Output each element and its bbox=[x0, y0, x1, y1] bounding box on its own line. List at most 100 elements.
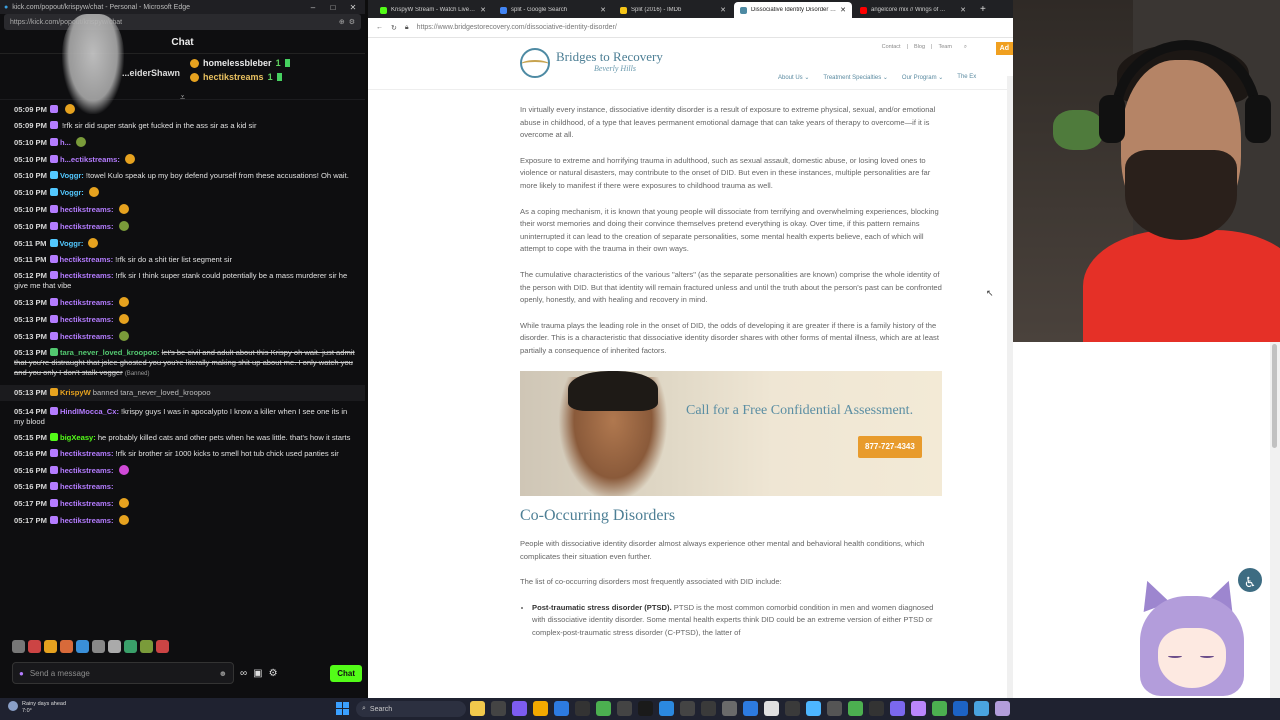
taskbar-app-icon[interactable] bbox=[491, 701, 506, 716]
nav-our-program[interactable]: Our Program ⌄ bbox=[902, 74, 943, 81]
util-link-team[interactable]: Team bbox=[938, 44, 951, 51]
site-logo[interactable]: Bridges to Recovery Beverly Hills bbox=[520, 48, 663, 78]
taskbar-app-icon[interactable] bbox=[575, 701, 590, 716]
chat-username[interactable]: hectikstreams: bbox=[60, 482, 114, 491]
new-tab-button[interactable]: + bbox=[974, 4, 992, 15]
search-icon[interactable]: ⌕ bbox=[964, 44, 967, 51]
banner-phone-button[interactable]: 877-727-4343 bbox=[858, 435, 922, 459]
emote-icon[interactable] bbox=[76, 640, 89, 653]
gift-icon[interactable]: ▣ bbox=[253, 668, 262, 679]
chat-username[interactable]: hectikstreams: bbox=[60, 222, 114, 231]
chat-username[interactable]: hectikstreams: bbox=[60, 516, 114, 525]
taskbar-app-icon[interactable] bbox=[806, 701, 821, 716]
kicks-icon[interactable]: ∞ bbox=[240, 668, 247, 679]
emote-icon[interactable] bbox=[60, 640, 73, 653]
chat-username[interactable]: Voggr: bbox=[60, 188, 84, 197]
leader-name[interactable]: hectikstreams bbox=[203, 72, 264, 82]
emote-icon[interactable] bbox=[12, 640, 25, 653]
settings-icon[interactable]: ⚙ bbox=[349, 18, 355, 26]
chevron-down-icon[interactable]: ⩡ bbox=[180, 92, 190, 102]
taskbar-app-icon[interactable] bbox=[869, 701, 884, 716]
taskbar-search[interactable]: ⌕ Search bbox=[356, 701, 466, 717]
chat-username[interactable]: KrispyW bbox=[60, 388, 91, 397]
taskbar-app-icon[interactable] bbox=[995, 701, 1010, 716]
emote-icon[interactable] bbox=[44, 640, 57, 653]
chat-username[interactable]: bigXeasy: bbox=[60, 433, 96, 442]
taskbar-app-icon[interactable] bbox=[638, 701, 653, 716]
minimize-button[interactable]: – bbox=[305, 3, 321, 12]
nav-treatment-specialties[interactable]: Treatment Specialties ⌄ bbox=[823, 74, 888, 81]
chat-username[interactable]: hectikstreams: bbox=[60, 205, 114, 214]
chat-username[interactable]: hectikstreams: bbox=[60, 499, 114, 508]
browser-tab[interactable]: Split (2016) - IMDb ✕ bbox=[614, 2, 732, 18]
browser-tab[interactable]: Dissociative Identity Disorder - Br... ✕ bbox=[734, 2, 852, 18]
chat-username[interactable]: HindIMocca_Cx: bbox=[60, 407, 119, 416]
taskbar-app-icon[interactable] bbox=[911, 701, 926, 716]
gear-icon[interactable]: ⚙ bbox=[269, 668, 278, 679]
chat-username[interactable]: Voggr: bbox=[60, 239, 84, 248]
nav-about-us[interactable]: About Us ⌄ bbox=[778, 74, 809, 81]
emote-icon[interactable] bbox=[108, 640, 121, 653]
taskbar-app-icon[interactable] bbox=[617, 701, 632, 716]
chat-username[interactable]: hectikstreams: bbox=[60, 271, 114, 280]
tab-close-icon[interactable]: ✕ bbox=[600, 6, 606, 14]
emote-icon[interactable] bbox=[140, 640, 153, 653]
taskbar-app-icon[interactable] bbox=[659, 701, 674, 716]
taskbar-app-icon[interactable] bbox=[554, 701, 569, 716]
right-scrollbar[interactable] bbox=[1270, 342, 1280, 698]
taskbar-app-icon[interactable] bbox=[533, 701, 548, 716]
taskbar-app-icon[interactable] bbox=[764, 701, 779, 716]
chat-address-bar[interactable]: https://kick.com/popout/krispyw/chat ⊕ ⚙ bbox=[4, 14, 361, 30]
start-button-icon[interactable] bbox=[336, 702, 349, 715]
tab-close-icon[interactable]: ✕ bbox=[960, 6, 966, 14]
chat-username[interactable]: hectikstreams: bbox=[60, 298, 114, 307]
taskbar-app-icon[interactable] bbox=[932, 701, 947, 716]
util-link-contact[interactable]: Contact bbox=[882, 44, 901, 51]
taskbar-app-icon[interactable] bbox=[785, 701, 800, 716]
address-bar[interactable]: https://www.bridgestorecovery.com/dissoc… bbox=[417, 24, 617, 31]
browser-tab[interactable]: angelcore mix // Wings of ... ✕ bbox=[854, 2, 972, 18]
emote-icon[interactable] bbox=[92, 640, 105, 653]
chat-username[interactable]: hectikstreams: bbox=[60, 449, 114, 458]
reload-icon[interactable]: ↻ bbox=[391, 24, 397, 32]
chat-username[interactable]: tara_never_loved_kroopoo: bbox=[60, 348, 160, 357]
taskbar-app-icon[interactable] bbox=[743, 701, 758, 716]
assessment-banner[interactable]: Call for a Free Confidential Assessment.… bbox=[520, 370, 942, 496]
chat-username[interactable]: hectikstreams: bbox=[60, 466, 114, 475]
taskbar-app-icon[interactable] bbox=[827, 701, 842, 716]
chat-username[interactable]: Voggr: bbox=[60, 171, 84, 180]
emote-icon[interactable] bbox=[28, 640, 41, 653]
maximize-button[interactable]: □ bbox=[325, 3, 341, 12]
chat-username[interactable]: h...ectikstreams: bbox=[60, 155, 120, 164]
chat-username[interactable]: hectikstreams: bbox=[60, 332, 114, 341]
chat-send-button[interactable]: Chat bbox=[330, 664, 362, 682]
taskbar-app-icon[interactable] bbox=[953, 701, 968, 716]
tab-close-icon[interactable]: ✕ bbox=[720, 6, 726, 14]
weather-widget[interactable]: Rainy days ahead 7:0° bbox=[8, 701, 66, 715]
tab-close-icon[interactable]: ✕ bbox=[480, 6, 486, 14]
taskbar-app-icon[interactable] bbox=[722, 701, 737, 716]
close-button[interactable]: ✕ bbox=[345, 3, 361, 12]
browser-tab[interactable]: KrispyW Stream - Watch Live on K... ✕ bbox=[374, 2, 492, 18]
chat-username[interactable]: h... bbox=[60, 138, 71, 147]
emote-icon[interactable] bbox=[124, 640, 137, 653]
taskbar-app-icon[interactable] bbox=[680, 701, 695, 716]
emoji-icon[interactable]: ☻ bbox=[219, 669, 227, 678]
mic-icon[interactable]: ● bbox=[19, 669, 24, 678]
emote-icon[interactable] bbox=[156, 640, 169, 653]
util-link-blog[interactable]: Blog bbox=[914, 44, 925, 51]
browser-tab[interactable]: split - Google Search ✕ bbox=[494, 2, 612, 18]
admissions-button[interactable]: Ad bbox=[995, 42, 1013, 55]
taskbar-app-icon[interactable] bbox=[596, 701, 611, 716]
taskbar-app-icon[interactable] bbox=[974, 701, 989, 716]
taskbar-app-icon[interactable] bbox=[512, 701, 527, 716]
leader-name[interactable]: homelessbleber bbox=[203, 58, 272, 68]
chat-message-input[interactable]: ● Send a message ☻ bbox=[12, 662, 234, 684]
chat-username[interactable]: hectikstreams: bbox=[60, 315, 114, 324]
scrollbar-thumb[interactable] bbox=[1272, 344, 1277, 448]
taskbar-app-icon[interactable] bbox=[890, 701, 905, 716]
nav-the-ex[interactable]: The Ex bbox=[957, 74, 976, 81]
zoom-icon[interactable]: ⊕ bbox=[339, 18, 345, 26]
back-icon[interactable]: ← bbox=[376, 24, 383, 31]
taskbar-app-icon[interactable] bbox=[848, 701, 863, 716]
